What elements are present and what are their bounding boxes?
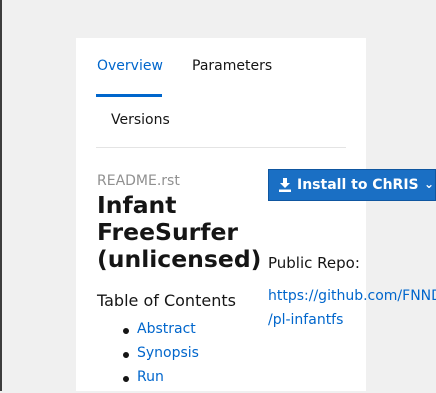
bullet-icon — [123, 376, 129, 382]
toc-link[interactable]: Synopsis — [137, 345, 199, 361]
toc-heading: Table of Contents — [97, 291, 236, 310]
tabs-divider — [96, 147, 346, 148]
toc-link[interactable]: Run — [137, 369, 164, 385]
active-tab-indicator — [96, 94, 162, 97]
repo-url-line[interactable]: https://github.com/FNNDSC — [268, 284, 436, 308]
chevron-down-icon[interactable]: ⌄ — [424, 177, 434, 191]
install-to-chris-button[interactable]: Install to ChRIS ⌄ — [268, 169, 436, 201]
bullet-icon — [123, 328, 129, 334]
install-button-label: Install to ChRIS — [297, 177, 419, 193]
repo-url-line[interactable]: /pl-infantfs — [268, 308, 436, 332]
plugin-card: Overview Parameters Versions README.rst … — [76, 38, 366, 391]
public-repo-label: Public Repo: — [268, 254, 360, 272]
toc-link[interactable]: Abstract — [137, 321, 196, 337]
title-line: FreeSurfer — [97, 218, 239, 246]
readme-filename: README.rst — [97, 173, 180, 189]
download-icon — [279, 178, 291, 192]
window-edge — [0, 0, 2, 391]
tab-parameters[interactable]: Parameters — [192, 58, 272, 74]
tab-versions[interactable]: Versions — [111, 112, 170, 128]
tab-overview[interactable]: Overview — [97, 58, 163, 74]
bullet-icon — [123, 352, 129, 358]
public-repo-link[interactable]: https://github.com/FNNDSC /pl-infantfs — [268, 284, 436, 332]
